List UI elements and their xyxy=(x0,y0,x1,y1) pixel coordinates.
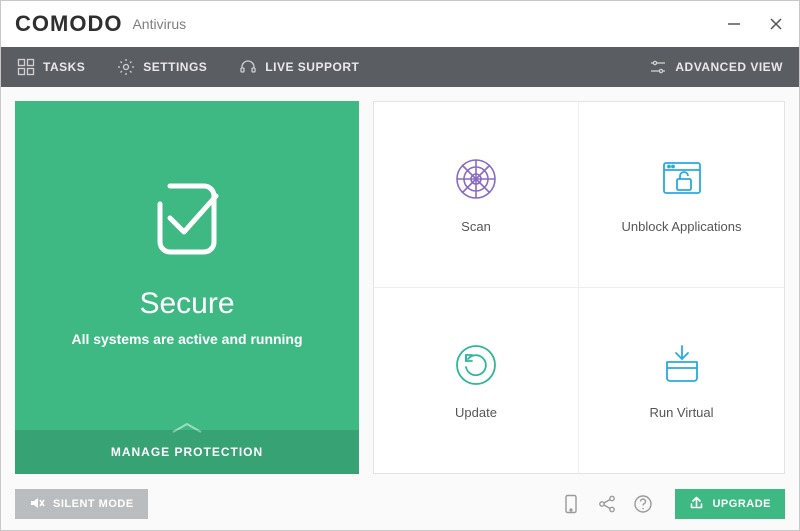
toolbar-advanced-view[interactable]: ADVANCED VIEW xyxy=(633,47,799,87)
tile-scan[interactable]: Scan xyxy=(374,102,579,288)
mobile-icon[interactable] xyxy=(561,494,581,514)
speaker-mute-icon xyxy=(29,495,45,514)
tile-unblock-label: Unblock Applications xyxy=(622,219,742,234)
status-body: Secure All systems are active and runnin… xyxy=(15,101,359,420)
status-subtitle: All systems are active and running xyxy=(71,331,302,347)
tile-update[interactable]: Update xyxy=(374,288,579,474)
brand-product: Antivirus xyxy=(132,16,186,32)
toolbar: TASKS SETTINGS LIVE SUPPORT xyxy=(1,47,799,87)
headset-icon xyxy=(239,58,257,76)
titlebar: COMODO Antivirus xyxy=(1,1,799,47)
footer: SILENT MODE xyxy=(1,488,799,530)
toolbar-live-support[interactable]: LIVE SUPPORT xyxy=(223,47,375,87)
action-tiles: Scan Unblock Applications xyxy=(373,101,785,474)
main-content: Secure All systems are active and runnin… xyxy=(1,87,799,488)
secure-check-icon xyxy=(142,174,232,269)
tasks-icon xyxy=(17,58,35,76)
upgrade-icon xyxy=(689,495,704,513)
tile-update-label: Update xyxy=(455,405,497,420)
toolbar-spacer xyxy=(375,47,633,87)
upgrade-button[interactable]: UPGRADE xyxy=(675,489,785,519)
toolbar-tasks-label: TASKS xyxy=(43,60,85,74)
sliders-icon xyxy=(649,58,667,76)
footer-icons xyxy=(561,494,653,514)
silent-mode-label: SILENT MODE xyxy=(53,498,134,510)
help-icon[interactable] xyxy=(633,494,653,514)
window-controls xyxy=(725,15,785,33)
manage-protection-button[interactable]: MANAGE PROTECTION xyxy=(15,430,359,474)
close-button[interactable] xyxy=(767,15,785,33)
upgrade-label: UPGRADE xyxy=(712,498,771,510)
toolbar-live-support-label: LIVE SUPPORT xyxy=(265,60,359,74)
app-window: COMODO Antivirus TASKS xyxy=(0,0,800,531)
scan-icon xyxy=(452,155,500,203)
tile-run-virtual[interactable]: Run Virtual xyxy=(579,288,784,474)
toolbar-settings-label: SETTINGS xyxy=(143,60,207,74)
toolbar-tasks[interactable]: TASKS xyxy=(1,47,101,87)
run-virtual-icon xyxy=(658,341,706,389)
toolbar-advanced-view-label: ADVANCED VIEW xyxy=(675,60,783,74)
brand-name: COMODO xyxy=(15,11,122,37)
minimize-button[interactable] xyxy=(725,15,743,33)
status-title: Secure xyxy=(139,287,234,321)
toolbar-settings[interactable]: SETTINGS xyxy=(101,47,223,87)
update-icon xyxy=(452,341,500,389)
unblock-icon xyxy=(658,155,706,203)
gear-icon xyxy=(117,58,135,76)
tile-run-virtual-label: Run Virtual xyxy=(649,405,713,420)
silent-mode-button[interactable]: SILENT MODE xyxy=(15,489,148,519)
status-panel: Secure All systems are active and runnin… xyxy=(15,101,359,474)
manage-protection-label: MANAGE PROTECTION xyxy=(111,445,263,459)
share-icon[interactable] xyxy=(597,494,617,514)
tile-unblock-applications[interactable]: Unblock Applications xyxy=(579,102,784,288)
tile-scan-label: Scan xyxy=(461,219,491,234)
